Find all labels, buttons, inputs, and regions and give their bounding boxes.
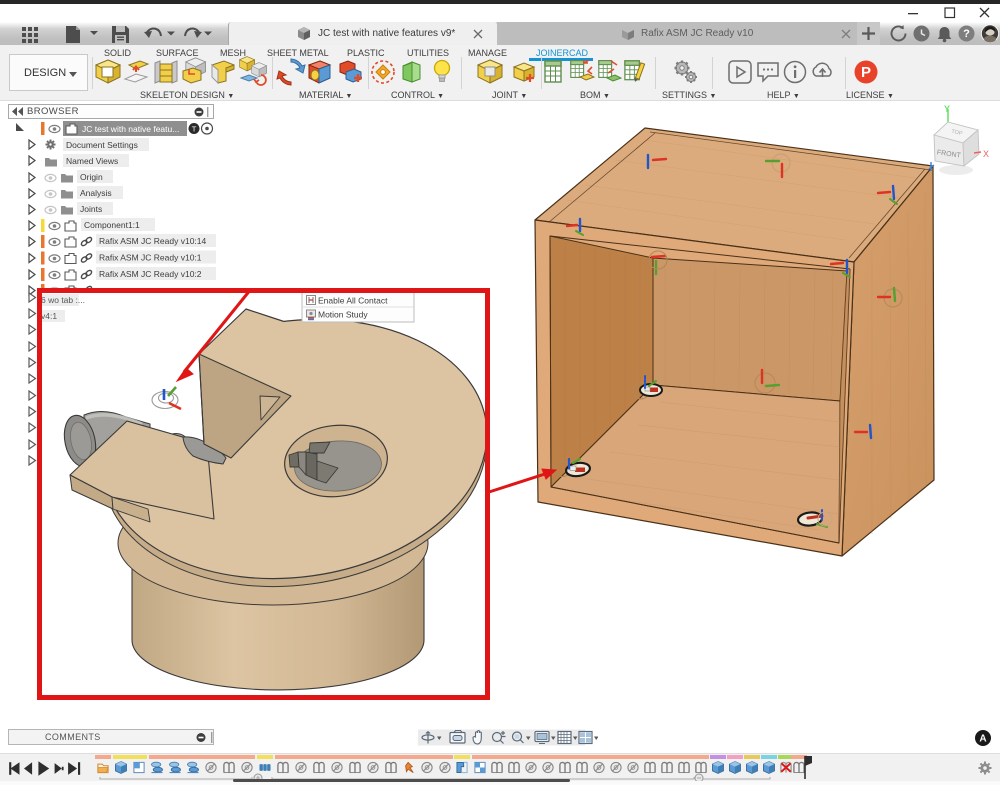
- svg-text:A: A: [979, 734, 986, 745]
- svg-text:X: X: [983, 149, 989, 159]
- svg-text:6 wo tab :...: 6 wo tab :...: [41, 295, 85, 305]
- svg-text:Enable All Contact: Enable All Contact: [318, 296, 388, 306]
- svg-text:Y: Y: [944, 104, 950, 114]
- svg-text:v4:1: v4:1: [41, 311, 57, 321]
- svg-text:Motion Study: Motion Study: [318, 310, 368, 320]
